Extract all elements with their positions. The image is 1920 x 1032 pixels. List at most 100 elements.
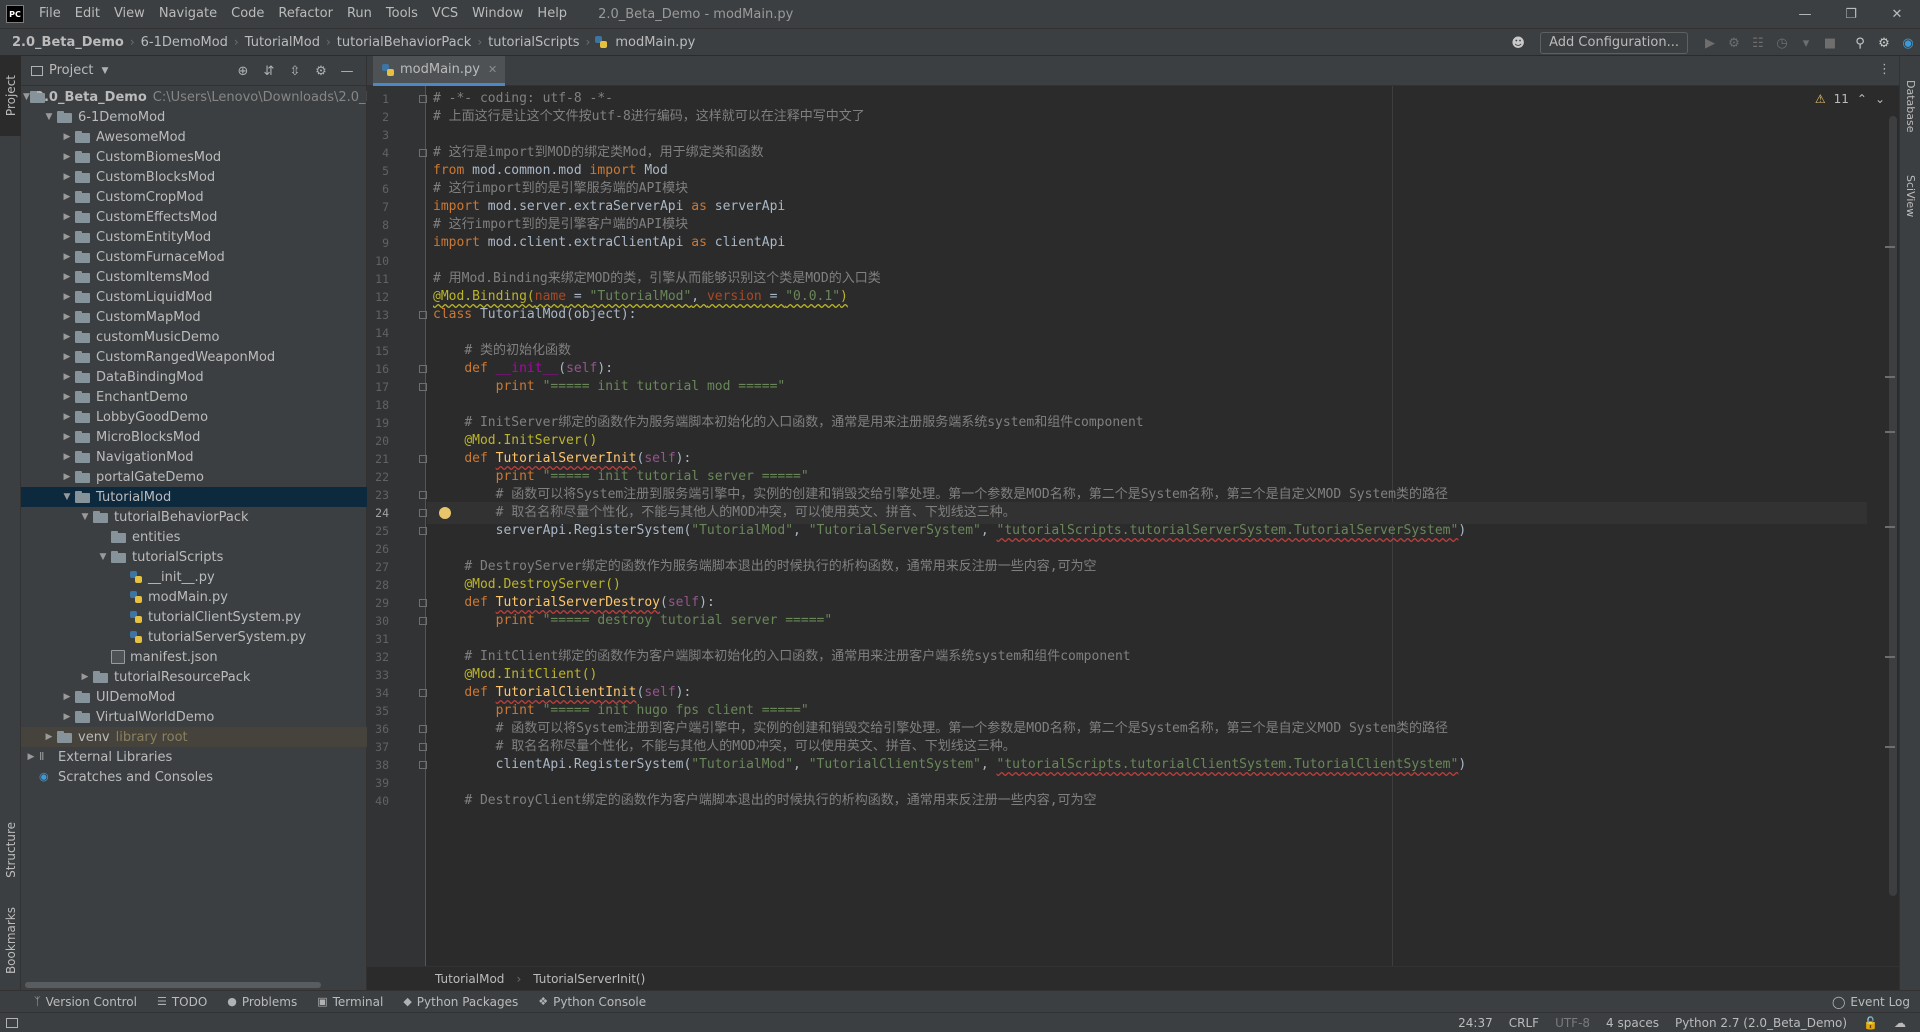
chevron-right-icon[interactable]: ▶ (59, 692, 75, 702)
tree-item[interactable]: ▶ portalGateDemo (21, 467, 367, 487)
chevron-right-icon[interactable]: ▶ (59, 352, 75, 362)
inspection-widget[interactable]: ⚠ 11 ⌃ ⌄ (1815, 92, 1885, 106)
tree-item[interactable]: entities (21, 527, 367, 547)
tree-item[interactable]: ▼ tutorialScripts (21, 547, 367, 567)
menu-help[interactable]: Help (530, 0, 574, 28)
coverage-icon[interactable]: ☷ (1746, 31, 1770, 55)
fold-marker-icon[interactable] (419, 617, 427, 625)
profile-icon[interactable]: ◷ (1770, 31, 1794, 55)
collapse-all-icon[interactable]: ⇳ (282, 64, 308, 79)
tree-item[interactable]: ▶ tutorialResourcePack (21, 667, 367, 687)
fold-marker-icon[interactable] (419, 383, 427, 391)
fold-marker-icon[interactable] (419, 455, 427, 463)
menu-navigate[interactable]: Navigate (152, 0, 224, 28)
tree-item[interactable]: __init__.py (21, 567, 367, 587)
chevron-right-icon[interactable]: ▶ (59, 132, 75, 142)
fold-marker-icon[interactable] (419, 365, 427, 373)
scroll-marker[interactable] (1885, 376, 1895, 378)
tree-item[interactable]: ▼ tutorialBehaviorPack (21, 507, 367, 527)
minimize-button[interactable]: — (1782, 0, 1828, 28)
chevron-down-icon[interactable]: ▼ (101, 66, 108, 76)
fold-marker-icon[interactable] (419, 491, 427, 499)
tree-item[interactable]: ▶ CustomBiomesMod (21, 147, 367, 167)
chevron-right-icon[interactable]: ▶ (59, 152, 75, 162)
chevron-right-icon[interactable]: ▶ (59, 332, 75, 342)
run-icon[interactable]: ▶ (1698, 31, 1722, 55)
tree-item[interactable]: ▶ AwesomeMod (21, 127, 367, 147)
chevron-right-icon[interactable]: ▶ (59, 412, 75, 422)
problems-tool[interactable]: ● Problems (217, 991, 307, 1013)
vertical-scrollbar[interactable] (1889, 116, 1897, 896)
database-tool-tab[interactable]: Database (1900, 66, 1920, 146)
settings-gear-icon[interactable]: ⚙ (1872, 31, 1896, 55)
chevron-right-icon[interactable]: ▶ (59, 172, 75, 182)
code-editor[interactable]: 1 2 3 4 5 6 7 8 9 10 11 12 13 14 15 16 17 18 19 20 21 22 23 24 2… (367, 86, 1899, 966)
chevron-down-icon[interactable]: ▼ (95, 552, 111, 562)
close-tab-icon[interactable]: ✕ (488, 63, 497, 76)
breadcrumb-item[interactable]: modMain.py (613, 35, 697, 50)
breadcrumb-function[interactable]: TutorialServerInit() (533, 972, 645, 986)
tree-item[interactable]: ▶ venv library root (21, 727, 367, 747)
scroll-marker[interactable] (1885, 526, 1895, 528)
chevron-right-icon[interactable]: ▶ (59, 372, 75, 382)
tree-item[interactable]: ▶ CustomMapMod (21, 307, 367, 327)
bookmarks-tool-tab[interactable]: Bookmarks (0, 896, 21, 986)
tree-item[interactable]: tutorialClientSystem.py (21, 607, 367, 627)
fold-marker-icon[interactable] (419, 311, 427, 319)
tree-item[interactable]: ▶ CustomLiquidMod (21, 287, 367, 307)
fold-marker-icon[interactable] (419, 743, 427, 751)
fold-marker-icon[interactable] (419, 149, 427, 157)
close-window-button[interactable]: ✕ (1874, 0, 1920, 28)
tree-item[interactable]: ▶ CustomEntityMod (21, 227, 367, 247)
tree-item[interactable]: ▶ CustomEffectsMod (21, 207, 367, 227)
chevron-down-icon[interactable]: ▼ (59, 492, 75, 502)
tree-item[interactable]: ▼ 2.0_Beta_Demo C:\Users\Lenovo\Downloads\… (21, 87, 382, 107)
chevron-right-icon[interactable]: ▶ (59, 192, 75, 202)
chevron-right-icon[interactable]: ▶ (59, 252, 75, 262)
chevron-right-icon[interactable]: ▶ (59, 392, 75, 402)
tree-item[interactable]: ▶ CustomBlocksMod (21, 167, 367, 187)
version-control-tool[interactable]: ᛉ Version Control (24, 991, 147, 1013)
tree-item[interactable]: ▶ VirtualWorldDemo (21, 707, 367, 727)
caret-position[interactable]: 24:37 (1450, 1016, 1501, 1030)
tree-item[interactable]: ◉ Scratches and Consoles (21, 767, 367, 787)
sciview-tool-tab[interactable]: SciView (1900, 156, 1920, 236)
chevron-right-icon[interactable]: ▶ (59, 232, 75, 242)
tree-item[interactable]: ▶ EnchantDemo (21, 387, 367, 407)
scroll-marker[interactable] (1885, 746, 1895, 748)
tab-menu-icon[interactable]: ⋮ (1878, 62, 1891, 77)
lock-icon[interactable]: 🔓 (1855, 1016, 1886, 1030)
menu-file[interactable]: File (32, 0, 68, 28)
tree-item[interactable]: ▶ CustomCropMod (21, 187, 367, 207)
chevron-right-icon[interactable]: ▶ (59, 312, 75, 322)
indent-setting[interactable]: 4 spaces (1598, 1016, 1667, 1030)
breadcrumb-item[interactable]: 6-1DemoMod (139, 35, 230, 50)
locate-icon[interactable]: ⊕ (230, 64, 256, 79)
line-number[interactable]: 40 (367, 790, 389, 812)
user-icon[interactable]: ☻ (1506, 31, 1530, 55)
tree-item[interactable]: ▶ MicroBlocksMod (21, 427, 367, 447)
tree-item[interactable]: ▶ DataBindingMod (21, 367, 367, 387)
tree-item[interactable]: ▶ NavigationMod (21, 447, 367, 467)
tree-item[interactable]: ▶ CustomItemsMod (21, 267, 367, 287)
fold-marker-icon[interactable] (419, 509, 427, 517)
menu-tools[interactable]: Tools (379, 0, 425, 28)
tree-item[interactable]: tutorialServerSystem.py (21, 627, 367, 647)
chevron-right-icon[interactable]: ▶ (59, 712, 75, 722)
tree-item[interactable]: ▶ Ⅱ External Libraries (21, 747, 367, 767)
chevron-right-icon[interactable]: ▶ (41, 732, 57, 742)
menu-edit[interactable]: Edit (68, 0, 107, 28)
chevron-right-icon[interactable]: ▶ (59, 212, 75, 222)
search-icon[interactable]: ⚲ (1848, 31, 1872, 55)
intention-bulb-icon[interactable] (439, 507, 451, 519)
tree-item[interactable]: ▶ LobbyGoodDemo (21, 407, 367, 427)
expand-all-icon[interactable]: ⇵ (256, 64, 282, 79)
fold-marker-icon[interactable] (419, 527, 427, 535)
fold-marker-icon[interactable] (419, 599, 427, 607)
breadcrumb-item[interactable]: tutorialBehaviorPack (335, 35, 474, 50)
menu-window[interactable]: Window (465, 0, 530, 28)
terminal-tool[interactable]: ▣ Terminal (307, 991, 393, 1013)
tree-item[interactable]: ▼ 6-1DemoMod (21, 107, 367, 127)
horizontal-scrollbar[interactable] (21, 980, 367, 990)
structure-tool-tab[interactable]: Structure (0, 810, 21, 890)
